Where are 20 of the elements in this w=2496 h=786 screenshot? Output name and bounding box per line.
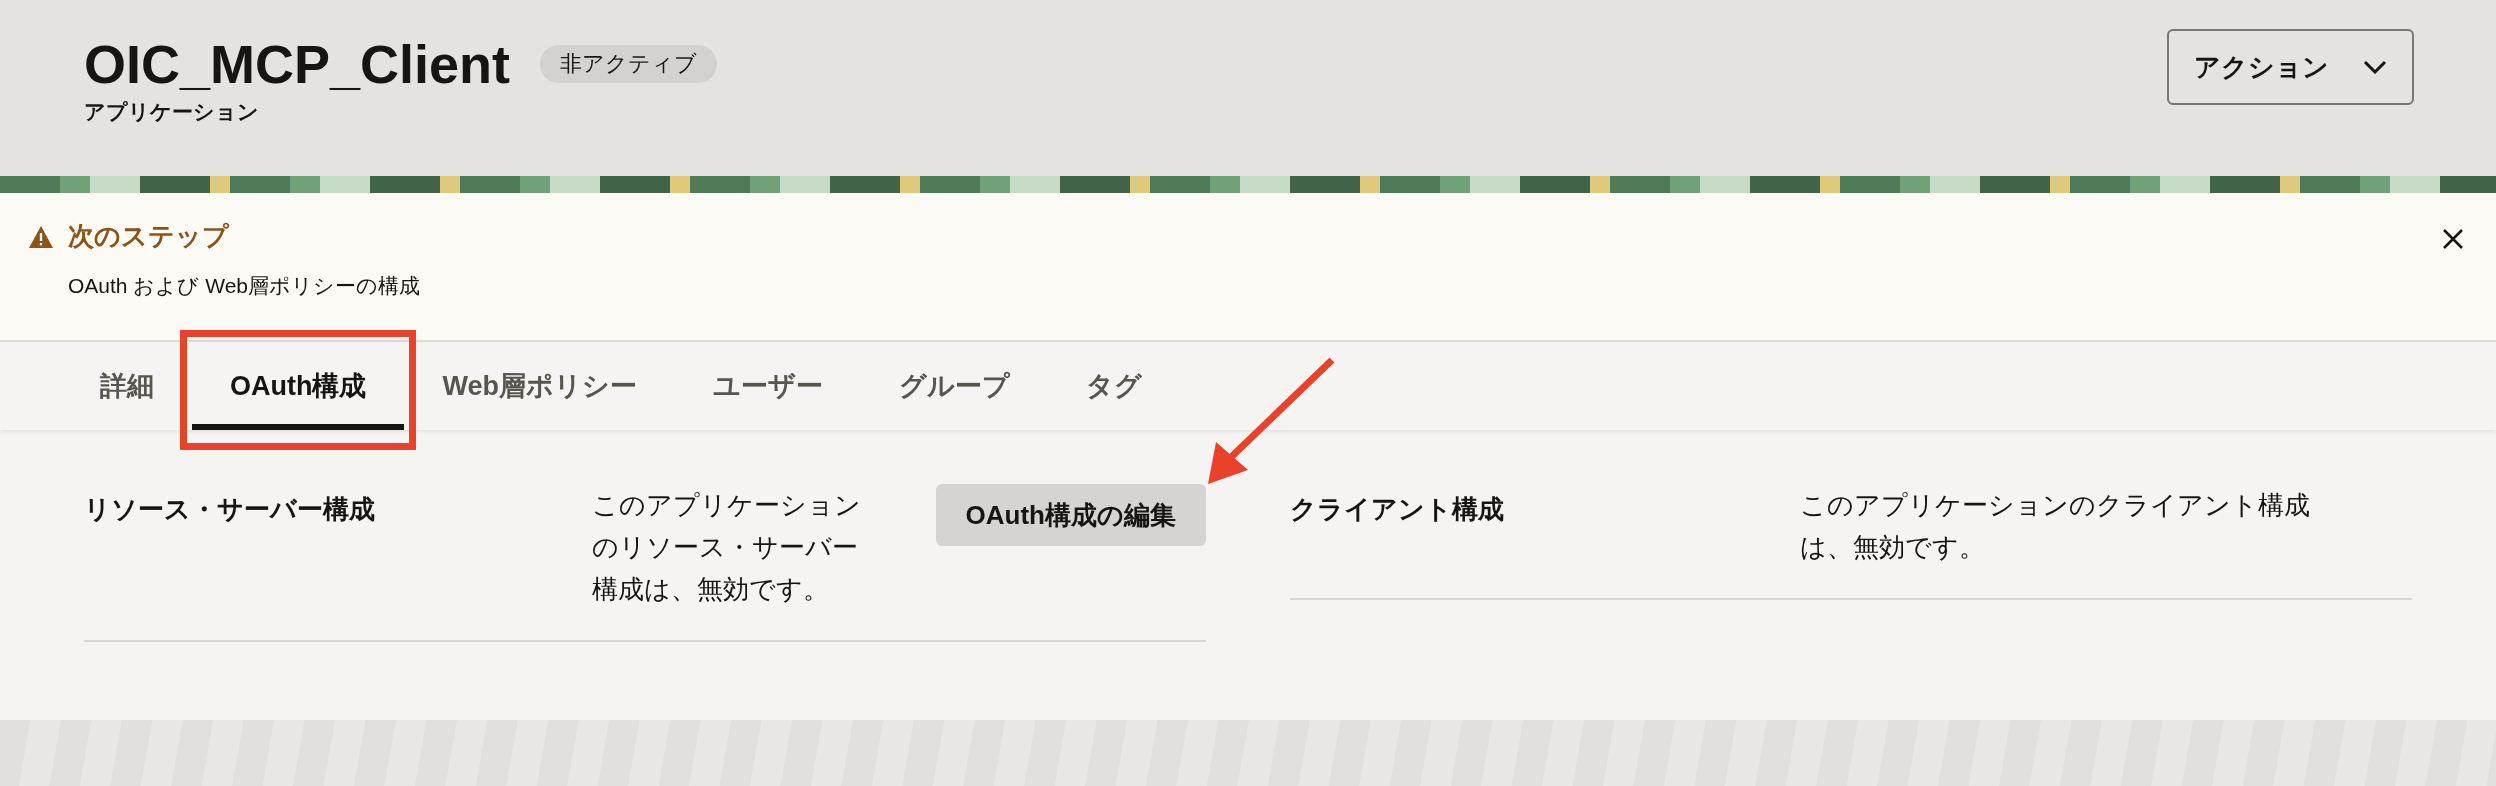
section-description: このアプリケーションのリソース・サーバー構成は、無効です。 [592,489,862,606]
tab[interactable]: ユーザー [675,342,861,430]
actions-button[interactable]: アクション [2167,29,2414,105]
tab[interactable]: 詳細 [62,342,192,430]
section-title: クライアント構成 [1290,493,1505,526]
page-subtitle: アプリケーション [84,99,260,125]
notice-message: OAuth および Web層ポリシーの構成 [67,273,420,299]
section-description: このアプリケーションのクライアント構成は、無効です。 [1800,489,2311,564]
close-icon [2442,228,2464,250]
page-title: OIC_MCP_Client [84,33,511,96]
tab[interactable]: タグ [1048,342,1180,430]
tab[interactable]: Web層ポリシー [404,342,675,430]
chevron-down-icon [2363,60,2387,74]
edit-button[interactable]: OAuth構成の編集 [935,484,1206,546]
tab[interactable]: OAuth構成 [192,342,405,430]
warning-icon [28,224,54,249]
tab[interactable]: グループ [861,342,1048,430]
section-title: リソース・サーバー構成 [84,493,376,526]
notice-title: 次のステップ [68,220,229,253]
status-badge: 非アクティブ [540,45,718,83]
